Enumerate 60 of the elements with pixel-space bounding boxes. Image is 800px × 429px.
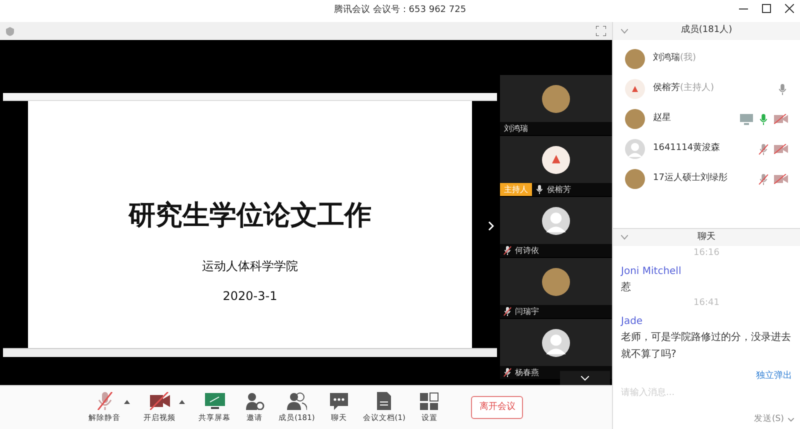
chevron-down-icon[interactable] (621, 235, 628, 240)
maximize-icon[interactable] (762, 4, 771, 13)
chat-title: 聊天 (698, 230, 716, 244)
chevron-right-icon[interactable] (488, 220, 494, 231)
members-icon (286, 392, 307, 410)
invite-icon (244, 392, 265, 410)
chevron-down-icon[interactable] (621, 28, 628, 34)
participant-name: 杨春燕 (515, 366, 539, 378)
sender-name: Jade (621, 315, 644, 329)
caret-up-icon[interactable] (124, 400, 130, 404)
member-name: 17运人硕士刘绿彤 (653, 172, 728, 186)
participant-name: 何诗依 (515, 244, 539, 256)
fullscreen-icon[interactable] (596, 26, 606, 36)
member-name: 1641114黄浚森 (653, 142, 722, 156)
member-row[interactable]: 侯榕芳(主持人) (613, 74, 800, 104)
slide-date: 2020-3-1 (222, 288, 278, 304)
host-badge: 主持人 (500, 183, 532, 196)
photo-avatar (542, 268, 570, 296)
chat-header[interactable]: 聊天 (613, 228, 800, 246)
participant-name: 刘鸿瑞 (504, 122, 528, 134)
chat-message: 惹 (621, 280, 632, 295)
window-title: 腾讯会议 会议号：653 962 725 (334, 4, 466, 18)
sender-name: Joni Mitchell (621, 265, 682, 279)
member-row[interactable]: 刘鸿瑞(我) (613, 44, 800, 74)
default-avatar (625, 139, 645, 159)
photo-avatar (542, 84, 570, 112)
members-title: 成员(181人) (680, 24, 732, 38)
member-row[interactable]: 赵星 (613, 104, 800, 134)
default-avatar (542, 328, 570, 356)
chat-message: 老师，可是学院路修过的分，没录进去就不算了吗? (621, 330, 792, 362)
close-icon[interactable] (785, 4, 794, 13)
chat-icon (328, 392, 349, 410)
member-name: 刘鸿瑞(我) (653, 52, 698, 66)
members-header[interactable]: 成员(181人) (613, 22, 800, 40)
participant-name: 侯榕芳 (547, 184, 571, 196)
video-off-icon (150, 392, 170, 410)
caret-up-icon[interactable] (178, 400, 185, 404)
caret-down-icon[interactable] (788, 418, 794, 422)
photo-avatar (625, 49, 645, 69)
leave-meeting-button[interactable]: 离开会议 (471, 396, 524, 420)
logo-avatar (542, 146, 570, 174)
timestamp: 16:16 (692, 247, 720, 260)
timestamp: 16:41 (692, 297, 720, 310)
participant-name: 闫瑞宇 (515, 306, 539, 318)
grid-icon (419, 392, 440, 410)
photo-avatar (625, 109, 645, 129)
member-row[interactable]: 17运人硕士刘绿彤 (613, 164, 800, 194)
mic-muted-icon (94, 392, 115, 410)
screen-share-icon (204, 392, 225, 410)
chevron-down-icon (581, 376, 589, 380)
member-row[interactable]: 1641114黄浚森 (613, 134, 800, 164)
slide-title: 研究生学位论文工作 (128, 199, 372, 233)
photo-avatar (625, 169, 645, 189)
send-button[interactable]: 发送(S) (754, 413, 794, 426)
member-name: 赵星 (653, 112, 672, 126)
logo-avatar (625, 79, 645, 99)
popout-link[interactable]: 独立弹出 (756, 370, 792, 380)
member-name: 侯榕芳(主持人) (653, 82, 716, 96)
default-avatar (542, 206, 570, 234)
slide-subtitle: 运动人体科学学院 (202, 258, 298, 274)
